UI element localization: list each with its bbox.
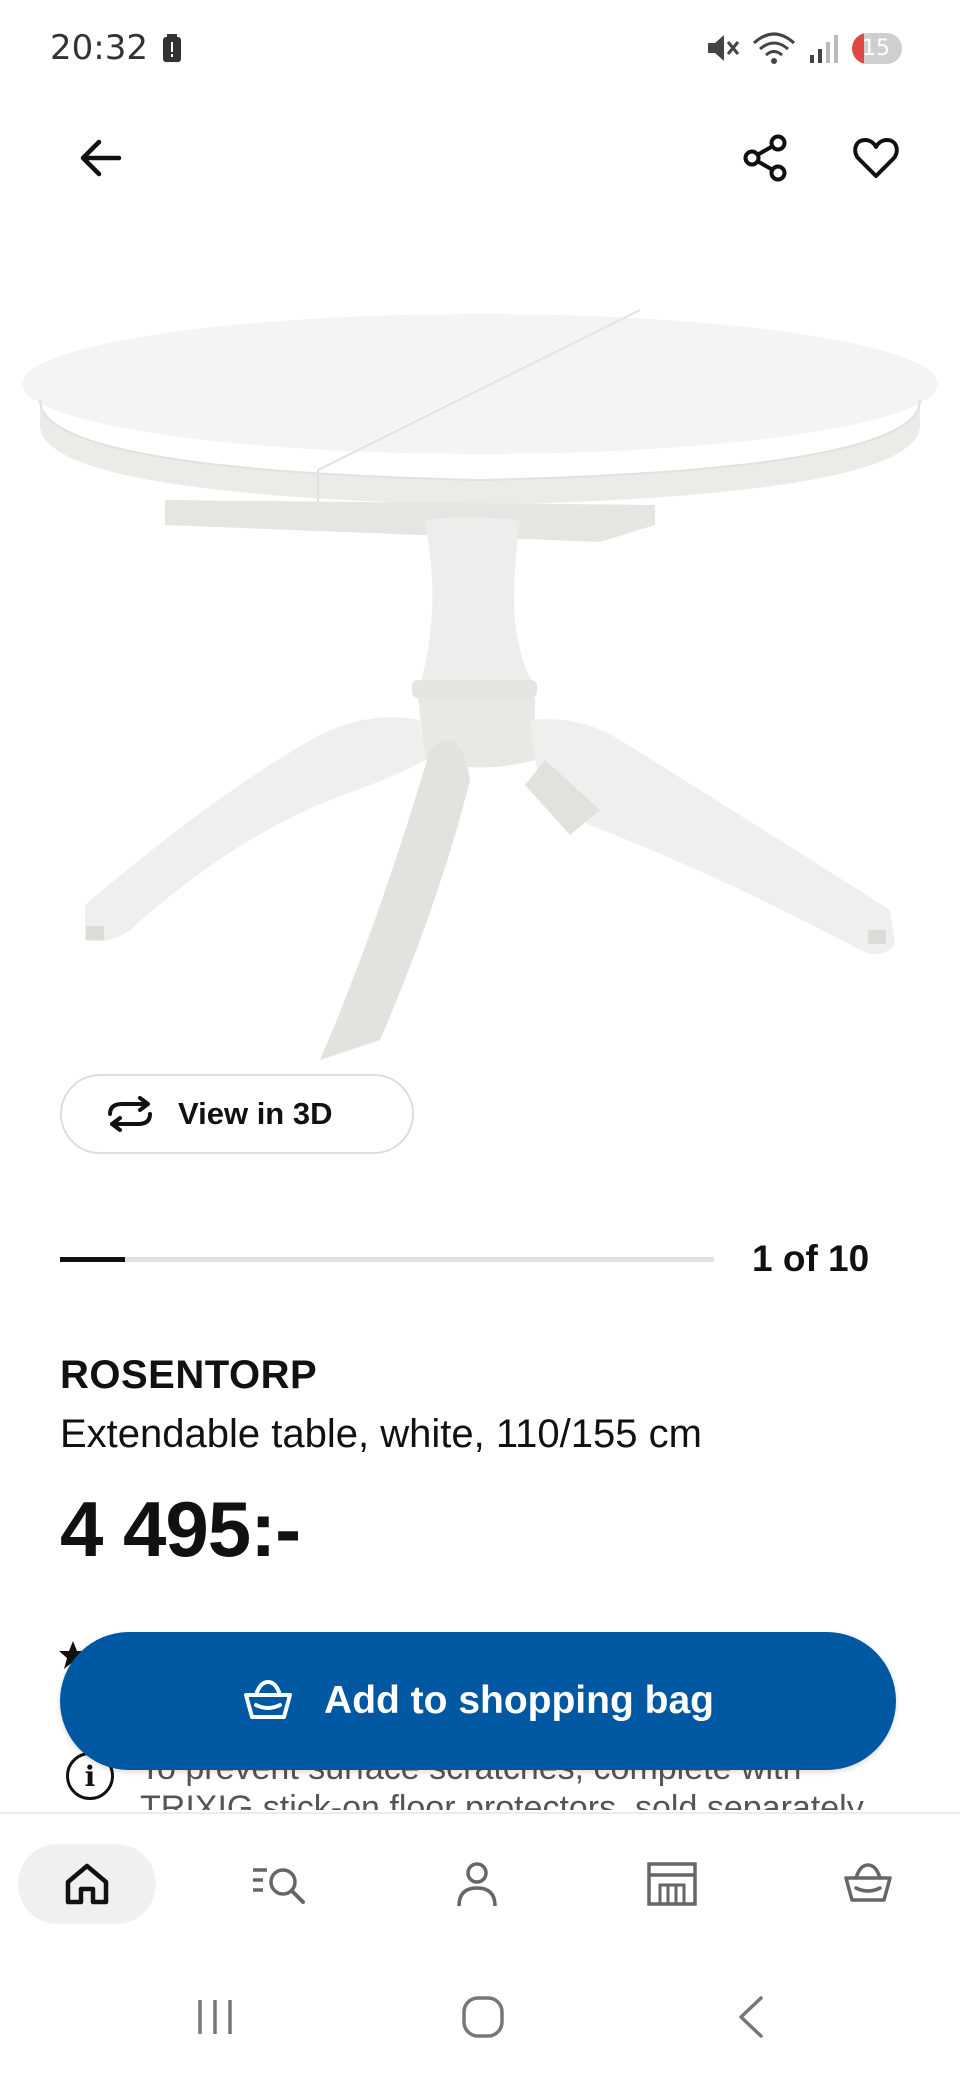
profile-icon [457,1862,497,1907]
system-home-button[interactable] [448,1982,518,2052]
arrow-left-icon [80,139,122,177]
view-in-3d-label: View in 3D [178,1096,333,1131]
signal-icon [810,35,838,63]
bottom-navigation [0,1812,960,1952]
status-time: 20:32 [50,28,148,68]
product-name: ROSENTORP [60,1353,318,1397]
product-price: 4 495:- [60,1485,301,1573]
add-to-bag-label: Add to shopping bag [324,1679,714,1722]
nav-profile[interactable] [437,1844,517,1924]
heart-icon [853,138,899,178]
store-icon [647,1862,697,1906]
back-chevron-icon [739,1996,763,2038]
gallery-progress-track [60,1257,714,1262]
wifi-icon [752,32,796,64]
rotate-3d-icon [108,1096,152,1132]
status-bar: 20:32 15 [0,0,960,100]
product-description: Extendable table, white, 110/155 cm [60,1412,702,1456]
status-icons: 15 [706,28,902,68]
basket-icon [844,1863,892,1902]
home-icon [65,1863,109,1905]
product-image[interactable] [0,280,960,1080]
gallery-progress-fill [60,1257,126,1262]
mute-icon [708,35,740,61]
battery-level: 15 [862,35,890,61]
system-recents-button[interactable] [180,1982,250,2052]
battery-alert-icon [163,34,181,62]
nav-stores[interactable] [632,1844,712,1924]
add-to-bag-button[interactable]: Add to shopping bag [60,1632,896,1770]
gallery-counter: 1 of 10 [752,1238,870,1279]
system-back-button[interactable] [715,1982,785,2052]
search-list-icon [253,1868,305,1904]
share-icon [743,134,787,182]
recents-icon [198,2000,232,2034]
home-circle-icon [462,1996,504,2038]
system-navigation [0,1952,960,2080]
back-button[interactable] [60,118,140,198]
favorite-button[interactable] [836,118,916,198]
nav-bag[interactable] [828,1844,908,1924]
share-button[interactable] [726,118,806,198]
nav-search[interactable] [240,1844,320,1924]
basket-icon [244,1679,293,1719]
view-in-3d-button[interactable]: View in 3D [60,1074,414,1154]
battery-indicator: 15 [852,32,902,64]
nav-home[interactable] [18,1844,156,1924]
